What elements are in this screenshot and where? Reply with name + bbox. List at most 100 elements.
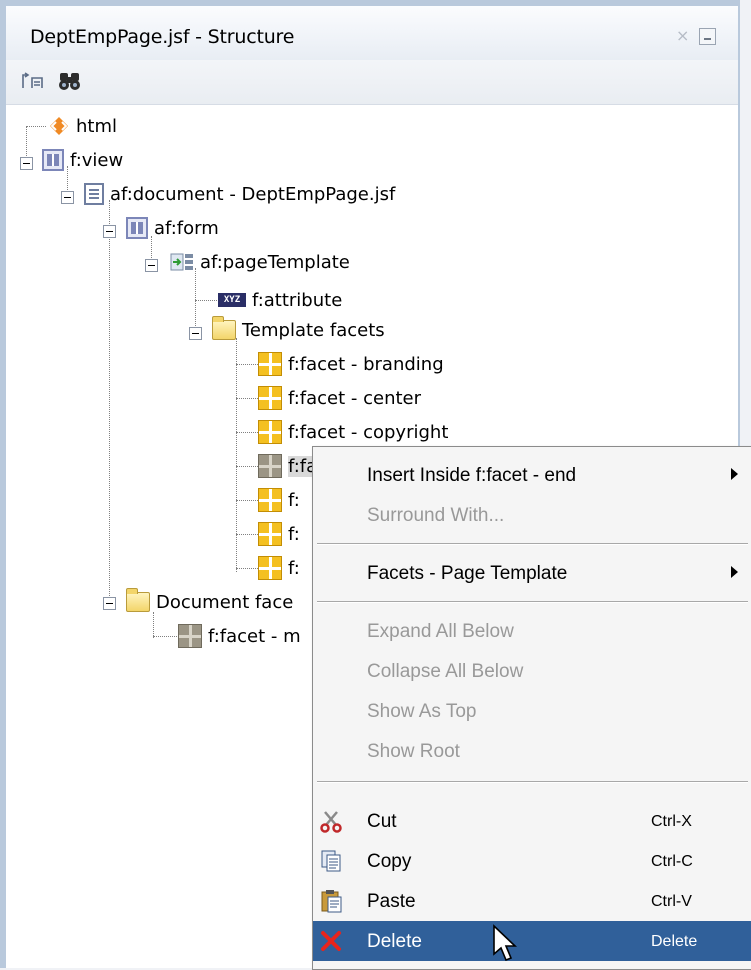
scissors-icon	[319, 809, 343, 833]
tree-node-label: af:form	[154, 217, 219, 239]
menu-item-paste[interactable]: Paste Ctrl-V	[313, 881, 751, 921]
tree-node-facet-m[interactable]: f:facet - m	[178, 620, 301, 652]
minimize-icon[interactable]	[699, 28, 716, 45]
tree-connector	[236, 432, 260, 433]
tree-node-facet[interactable]: f:	[258, 484, 300, 516]
tree-connector	[236, 338, 237, 572]
shortcut-label: Ctrl-C	[651, 853, 693, 870]
tree-connector	[109, 236, 110, 604]
menu-item-label: Insert Inside f:facet - end	[367, 465, 577, 486]
menu-item-cut[interactable]: Cut Ctrl-X	[313, 801, 751, 841]
tree-node-html[interactable]: html	[48, 110, 117, 142]
close-icon[interactable]: ×	[676, 26, 689, 45]
tree-connector	[236, 466, 260, 467]
tree-node-label: af:document - DeptEmpPage.jsf	[110, 183, 396, 205]
menu-item-copy[interactable]: Copy Ctrl-C	[313, 841, 751, 881]
menu-item-label: Surround With...	[367, 505, 505, 526]
menu-item-label: Show As Top	[367, 701, 477, 722]
tree-node-label: Template facets	[242, 319, 385, 341]
facet-icon	[258, 522, 282, 546]
tree-node-afdocument[interactable]: af:document - DeptEmpPage.jsf	[84, 178, 395, 210]
tree-node-template-facets[interactable]: Template facets	[212, 314, 385, 346]
menu-item-label: Show Root	[367, 741, 460, 762]
menu-item-surround-with[interactable]: Surround With...	[313, 495, 751, 535]
copy-icon	[319, 849, 343, 873]
menu-item-show-root[interactable]: Show Root	[313, 731, 751, 771]
form-icon	[126, 217, 148, 239]
facet-icon	[258, 488, 282, 512]
menu-item-collapse-all[interactable]: Collapse All Below	[313, 651, 751, 691]
tree-node-label: f:view	[70, 149, 124, 171]
facet-icon	[258, 386, 282, 410]
binoculars-icon[interactable]	[56, 68, 84, 94]
tree-node-facet[interactable]: f:	[258, 552, 300, 584]
document-icon	[84, 183, 104, 205]
collapse-toggle[interactable]	[61, 191, 74, 204]
facet-icon	[258, 556, 282, 580]
tree-connector	[236, 500, 260, 501]
folder-icon	[126, 588, 150, 612]
facet-icon	[258, 454, 282, 478]
collapse-toggle[interactable]	[20, 157, 33, 170]
menu-item-label: Expand All Below	[367, 621, 514, 642]
panel-toolbar	[6, 60, 738, 105]
view-icon	[42, 149, 64, 171]
facet-icon	[178, 624, 202, 648]
tree-connector	[26, 126, 46, 127]
menu-item-label: Facets - Page Template	[367, 563, 568, 584]
panel-titlebar: DeptEmpPage.jsf - Structure ×	[6, 6, 738, 61]
mouse-pointer-icon	[492, 924, 518, 968]
collapse-toggle[interactable]	[103, 225, 116, 238]
collapse-toggle[interactable]	[189, 327, 202, 340]
tree-node-afform[interactable]: af:form	[126, 212, 219, 244]
tree-node-label: f:	[288, 557, 300, 579]
menu-separator	[317, 543, 748, 545]
tree-node-label: Document face	[156, 591, 294, 613]
menu-item-label: Collapse All Below	[367, 661, 524, 682]
menu-item-expand-all[interactable]: Expand All Below	[313, 611, 751, 651]
tree-node-facet-center[interactable]: f:facet - center	[258, 382, 421, 414]
tree-connector	[236, 364, 260, 365]
folder-icon	[212, 316, 236, 340]
menu-item-label: Copy	[367, 851, 412, 872]
submenu-arrow-icon	[731, 566, 738, 578]
tree-node-label: html	[76, 115, 118, 137]
delete-icon	[319, 929, 343, 953]
facet-icon	[258, 420, 282, 444]
page-template-icon	[170, 251, 194, 273]
tree-node-label: f:facet - center	[288, 387, 422, 409]
menu-item-insert-inside[interactable]: Insert Inside f:facet - end	[313, 455, 751, 495]
tree-node-facet-branding[interactable]: f:facet - branding	[258, 348, 444, 380]
tree-node-label: f:attribute	[252, 289, 343, 311]
tree-connector	[195, 300, 217, 301]
clipboard-icon	[319, 889, 343, 913]
tree-node-fattribute[interactable]: XYZ f:attribute	[218, 284, 342, 316]
shortcut-label: Ctrl-X	[651, 813, 692, 830]
tree-node-label: f:	[288, 523, 300, 545]
collapse-toggle[interactable]	[145, 259, 158, 272]
tree-node-facet-copyright[interactable]: f:facet - copyright	[258, 416, 448, 448]
tree-connector	[236, 568, 260, 569]
menu-separator	[317, 781, 748, 783]
freeze-view-icon[interactable]	[20, 68, 48, 94]
tree-node-label: af:pageTemplate	[200, 251, 350, 273]
menu-separator	[317, 601, 748, 603]
facet-icon	[258, 352, 282, 376]
tree-node-label: f:facet - branding	[288, 353, 444, 375]
tree-node-afpagetemplate[interactable]: af:pageTemplate	[170, 246, 350, 278]
submenu-arrow-icon	[731, 468, 738, 480]
collapse-toggle[interactable]	[103, 597, 116, 610]
tree-connector	[236, 398, 260, 399]
menu-item-facets-template[interactable]: Facets - Page Template	[313, 553, 751, 593]
tree-node-document-facets[interactable]: Document face	[126, 586, 293, 618]
menu-item-label: Cut	[367, 811, 397, 832]
tree-node-facet[interactable]: f:	[258, 518, 300, 550]
menu-item-show-as-top[interactable]: Show As Top	[313, 691, 751, 731]
tree-node-fview[interactable]: f:view	[42, 144, 123, 176]
panel-title: DeptEmpPage.jsf - Structure	[30, 26, 295, 48]
menu-item-delete[interactable]: Delete Delete	[313, 921, 751, 961]
tree-node-label: f:facet - m	[208, 625, 301, 647]
tree-connector	[236, 534, 260, 535]
tree-node-label: f:	[288, 489, 300, 511]
menu-item-label: Paste	[367, 891, 416, 912]
